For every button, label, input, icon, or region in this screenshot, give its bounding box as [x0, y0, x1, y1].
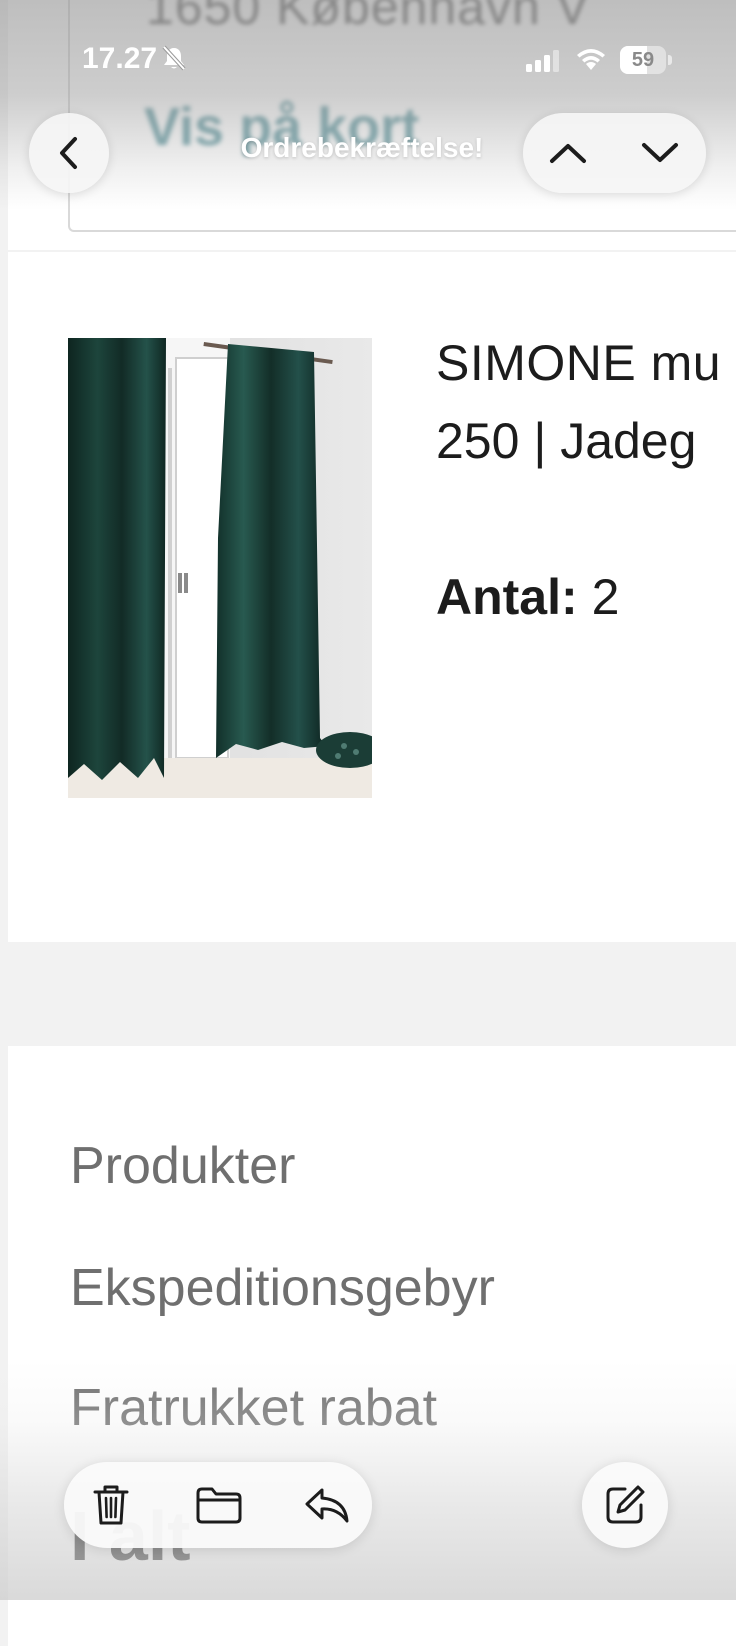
- product-name: SIMONE mu: [436, 335, 722, 391]
- summary-shipping-label: Ekspeditionsgebyr: [70, 1259, 495, 1317]
- signal-icon: [526, 50, 559, 72]
- trash-icon: [93, 1485, 129, 1525]
- chevron-up-icon: [550, 144, 586, 163]
- compose-button[interactable]: [582, 1462, 668, 1548]
- quantity-value: 2: [591, 569, 620, 625]
- curtain-photo: [68, 338, 372, 798]
- summary-products-label: Produkter: [70, 1137, 296, 1195]
- delete-button[interactable]: [66, 1462, 156, 1548]
- quantity-label: Antal:: [436, 569, 578, 625]
- nav-title: Ordrebekræftelse!: [240, 132, 484, 163]
- bell-muted-icon: [162, 45, 186, 71]
- status-bar: 17.27 59: [0, 0, 736, 110]
- battery-indicator: 59: [620, 46, 672, 74]
- chevron-left-icon: [60, 137, 77, 169]
- reply-icon: [305, 1488, 349, 1523]
- compose-icon: [606, 1485, 645, 1524]
- wifi-icon: [577, 49, 605, 70]
- back-button[interactable]: [29, 113, 109, 193]
- product-variant: 250 | Jadeg: [436, 413, 697, 469]
- reply-button[interactable]: [282, 1462, 372, 1548]
- product-image: [68, 338, 372, 798]
- chevron-down-icon: [642, 143, 678, 162]
- status-time: 17.27: [82, 42, 158, 75]
- message-nav-group: [523, 113, 706, 193]
- next-message-button[interactable]: [615, 113, 705, 193]
- bottom-toolbar: [64, 1462, 372, 1548]
- move-to-folder-button[interactable]: [174, 1462, 264, 1548]
- email-content: 1650 København V Vis på kort SIMONE mu 2…: [0, 0, 736, 1646]
- folder-icon: [196, 1487, 242, 1524]
- summary-discount-label: Fratrukket rabat: [70, 1379, 438, 1437]
- previous-message-button[interactable]: [523, 113, 613, 193]
- product-quantity: Antal: 2: [436, 568, 619, 626]
- battery-level: 59: [631, 49, 655, 71]
- product-card: SIMONE mu 250 | Jadeg Antal: 2: [8, 252, 736, 942]
- order-summary-card: Produkter Ekspeditionsgebyr Fratrukket r…: [8, 1046, 736, 1646]
